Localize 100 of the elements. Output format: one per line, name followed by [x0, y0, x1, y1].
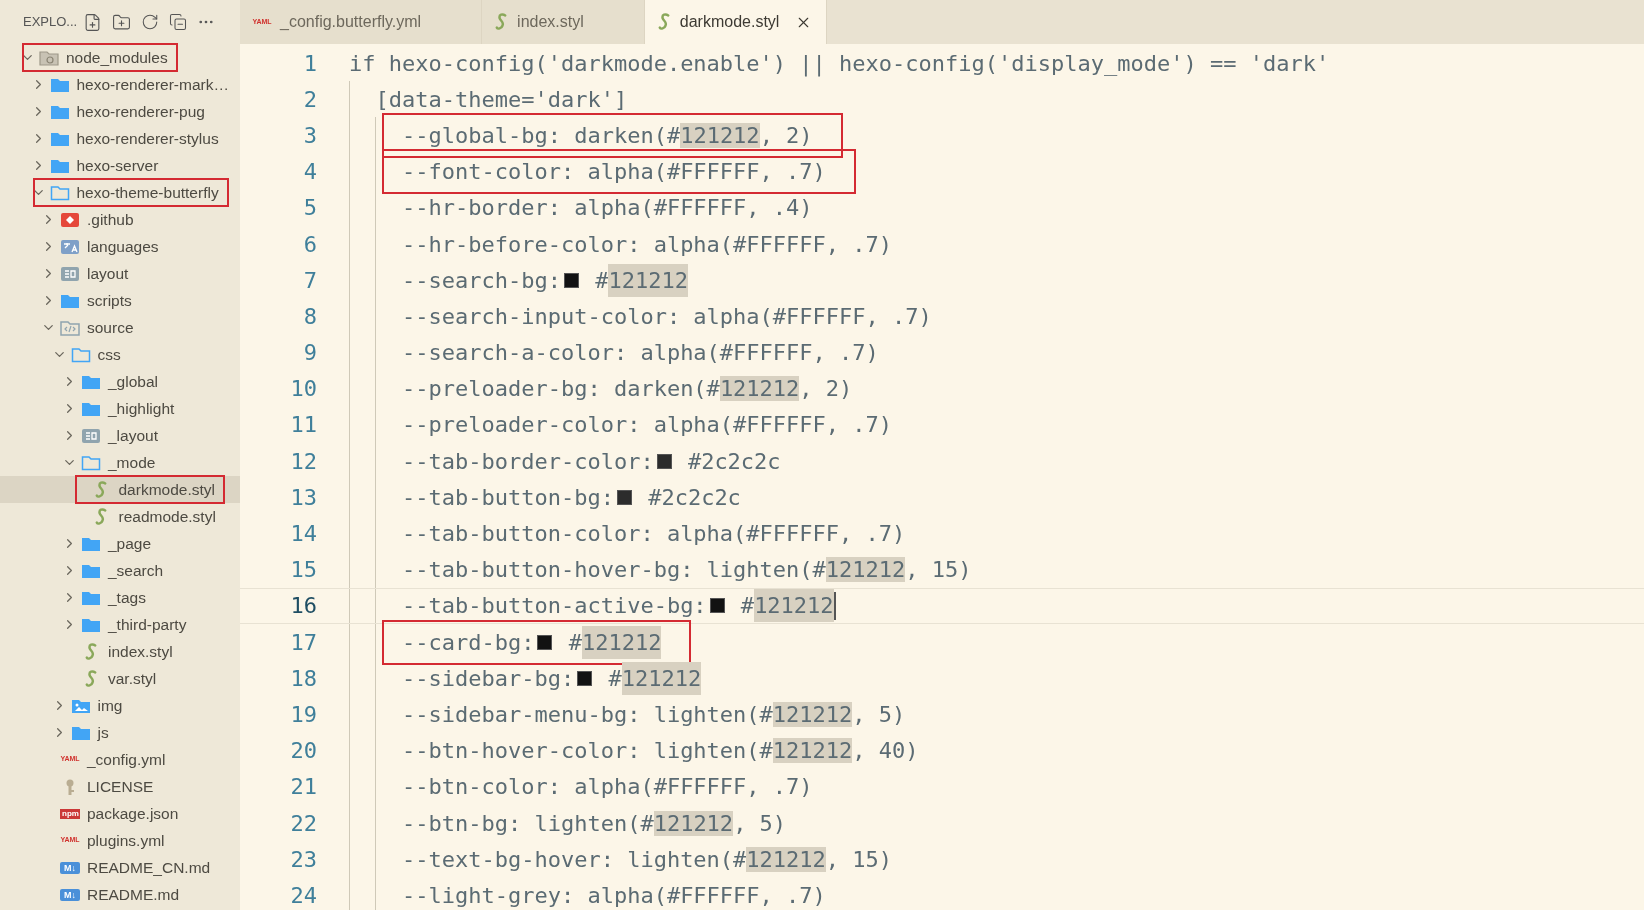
tree-item[interactable]: hexo-renderer-stylus	[0, 125, 240, 152]
code-line: --global-bg: darken(#121212, 2)	[400, 121, 813, 150]
tree-item[interactable]: node_modules	[0, 44, 240, 71]
code-text: --tab-button-bg:	[400, 483, 614, 512]
tree-item[interactable]: _third-party	[0, 611, 240, 638]
tree-item[interactable]: _tags	[0, 584, 240, 611]
tree-item[interactable]: hexo-theme-butterfly	[0, 179, 240, 206]
tree-item[interactable]: darkmode.styl	[0, 476, 240, 503]
line-number: 23	[289, 845, 317, 874]
file-name: css	[97, 345, 121, 363]
translate-folder-icon	[60, 238, 80, 255]
line-number: 20	[289, 737, 317, 766]
file-name: .github	[87, 210, 134, 228]
tree-item[interactable]: js	[0, 719, 240, 746]
editor-tab[interactable]: darkmode.styl	[644, 0, 828, 44]
file-name: img	[97, 696, 123, 714]
file-type-label: M↓	[60, 888, 80, 901]
tree-item[interactable]: _search	[0, 557, 240, 584]
folder-icon	[70, 724, 91, 741]
color-swatch-icon[interactable]	[616, 489, 632, 505]
tree-item[interactable]: LICENSE	[0, 773, 240, 800]
color-swatch-icon[interactable]	[537, 634, 553, 650]
open-folder-icon	[70, 346, 91, 363]
line-number: 14	[289, 520, 317, 549]
file-name: scripts	[87, 291, 132, 309]
tree-item[interactable]: languages	[0, 233, 240, 260]
file-name: js	[97, 723, 109, 741]
tree-item[interactable]: _highlight	[0, 395, 240, 422]
file-name: _third-party	[108, 615, 187, 633]
line-number: 1	[302, 49, 317, 78]
stylus-file-icon	[94, 507, 109, 526]
open-folder-icon	[49, 184, 70, 201]
code-line: --text-bg-hover: lighten(#121212, 15)	[400, 845, 893, 874]
tree-item[interactable]: _mode	[0, 449, 240, 476]
color-swatch-icon[interactable]	[577, 670, 593, 686]
tree-item[interactable]: _global	[0, 368, 240, 395]
tree-item[interactable]: scripts	[0, 287, 240, 314]
file-name: source	[87, 318, 134, 336]
tree-item[interactable]: hexo-server	[0, 152, 240, 179]
code-text: #2c2c2c	[686, 447, 781, 476]
code-text: #	[607, 664, 622, 693]
line-number: 24	[289, 881, 317, 910]
color-swatch-icon[interactable]	[709, 598, 725, 614]
text-cursor	[833, 591, 836, 620]
line-number: 21	[289, 773, 317, 802]
file-name: layout	[87, 264, 129, 282]
color-swatch-icon[interactable]	[563, 272, 579, 288]
tree-item[interactable]: hexo-renderer-mark…	[0, 71, 240, 98]
line-number: 15	[289, 556, 317, 585]
code-line: --font-color: alpha(#FFFFFF, .7)	[400, 158, 826, 187]
file-type-label: npm	[60, 808, 80, 819]
file-name: var.styl	[108, 669, 157, 687]
code-text: #2c2c2c	[647, 483, 741, 512]
collapse-all-icon[interactable]	[169, 13, 187, 31]
folder-icon	[49, 76, 70, 93]
file-name: _mode	[108, 453, 156, 471]
line-number: 12	[289, 447, 317, 476]
tree-item[interactable]: index.styl	[0, 638, 240, 665]
line-number: 11	[289, 411, 317, 440]
new-folder-icon[interactable]	[112, 12, 131, 32]
code-line: --hr-before-color: alpha(#FFFFFF, .7)	[400, 230, 893, 259]
code-text: 121212	[581, 625, 662, 659]
code-text: --sidebar-bg:	[400, 664, 575, 693]
refresh-icon[interactable]	[141, 13, 159, 31]
tree-item[interactable]: img	[0, 692, 240, 719]
editor-tab[interactable]: index.styl	[482, 0, 645, 44]
code-text: #	[594, 266, 609, 295]
folder-icon	[49, 130, 70, 147]
file-name: index.styl	[108, 642, 173, 660]
tree-item[interactable]: readmode.styl	[0, 503, 240, 530]
code-line: --btn-hover-color: lighten(#121212, 40)	[400, 737, 919, 766]
tree-item[interactable]: _page	[0, 530, 240, 557]
tree-item[interactable]: hexo-renderer-pug	[0, 98, 240, 125]
tree-item[interactable]: layout	[0, 260, 240, 287]
folder-icon	[81, 562, 101, 579]
file-name: hexo-server	[76, 156, 159, 174]
code-line: --light-grey: alpha(#FFFFFF, .7)	[400, 881, 826, 910]
code-text: --search-bg:	[400, 266, 561, 295]
tree-item[interactable]: .github	[0, 206, 240, 233]
new-file-icon[interactable]	[83, 12, 102, 32]
tree-item[interactable]: var.styl	[0, 665, 240, 692]
file-name: _config.yml	[87, 750, 166, 768]
tree-item[interactable]: M↓ README.md	[0, 881, 240, 908]
stylus-file-icon	[656, 13, 672, 31]
stylus-file-icon	[83, 642, 99, 661]
file-name: _page	[108, 534, 152, 552]
stylus-file-icon	[94, 480, 109, 499]
code-text: --tab-button-active-bg:	[400, 592, 707, 621]
tree-item[interactable]: source	[0, 314, 240, 341]
tree-item[interactable]: npm package.json	[0, 800, 240, 827]
tree-item[interactable]: _layout	[0, 422, 240, 449]
tree-item[interactable]: M↓ README_CN.md	[0, 854, 240, 881]
file-name: README_CN.md	[87, 858, 211, 876]
color-swatch-icon[interactable]	[656, 453, 672, 469]
line-number: 10	[289, 375, 317, 404]
line-number: 17	[289, 628, 317, 657]
file-name: LICENSE	[87, 777, 154, 795]
tree-item[interactable]: css	[0, 341, 240, 368]
line-number: 9	[302, 339, 317, 368]
code-line: --search-input-color: alpha(#FFFFFF, .7)	[400, 302, 932, 331]
